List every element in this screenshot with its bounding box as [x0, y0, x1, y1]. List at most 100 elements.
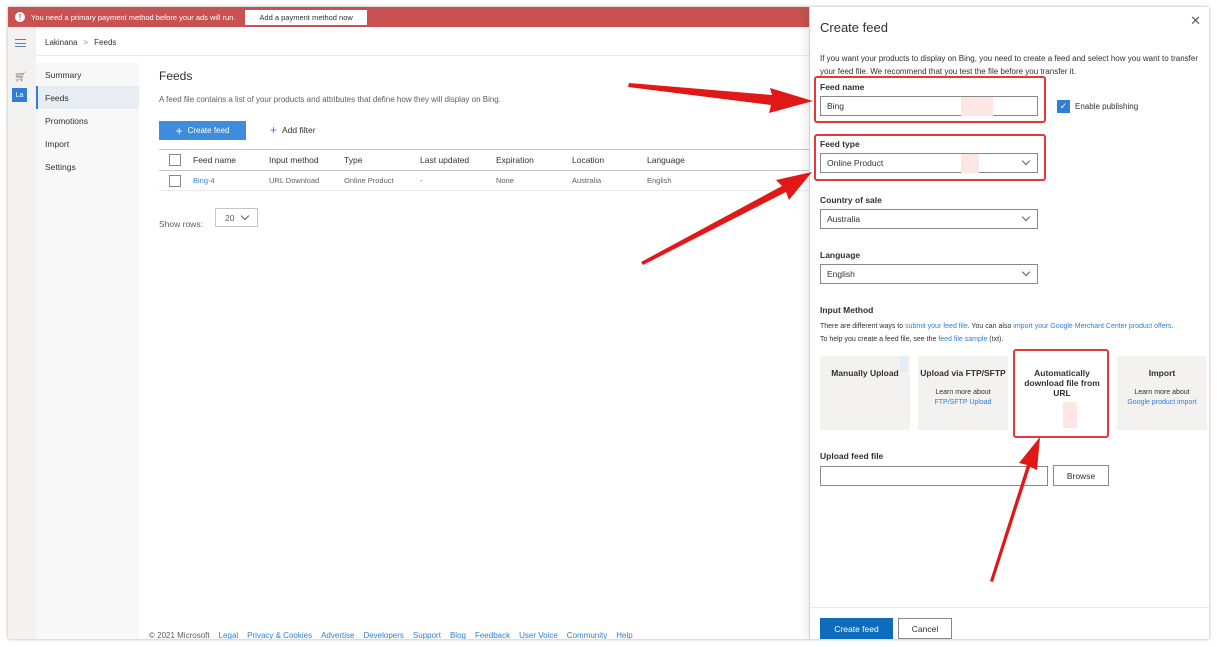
- ftp-learn-link[interactable]: FTP/SFTP Upload: [918, 398, 1008, 408]
- cell-input-method: URL Download: [269, 176, 320, 185]
- annotation-box-feed-name: [814, 76, 1046, 123]
- panel-title: Create feed: [820, 20, 888, 35]
- rows-per-page-select[interactable]: 20: [215, 208, 258, 227]
- submit-create-feed-button[interactable]: Create feed: [820, 618, 893, 639]
- breadcrumb-page: Feeds: [94, 38, 117, 47]
- tile-manual-upload[interactable]: Manually Upload: [820, 356, 910, 430]
- upload-file-input[interactable]: [820, 466, 1048, 486]
- footer-link-blog[interactable]: Blog: [450, 631, 466, 639]
- panel-footer-divider: [810, 607, 1209, 608]
- app-frame: ! You need a primary payment method befo…: [8, 7, 1209, 639]
- col-expiration[interactable]: Expiration: [496, 155, 534, 165]
- feed-sample-link[interactable]: feed file sample: [938, 336, 987, 343]
- create-feed-button[interactable]: + Create feed: [159, 121, 246, 140]
- close-icon[interactable]: ✕: [1190, 13, 1201, 29]
- show-rows-label: Show rows:: [159, 219, 203, 229]
- plus-icon: +: [270, 123, 278, 137]
- browse-button[interactable]: Browse: [1053, 465, 1109, 486]
- breadcrumb-separator: >: [83, 38, 89, 47]
- table-row: Bing-4 URL Download Online Product - Non…: [159, 171, 819, 191]
- footer-link-help[interactable]: Help: [616, 631, 632, 639]
- country-select[interactable]: Australia: [820, 209, 1038, 229]
- language-select[interactable]: English: [820, 264, 1038, 284]
- country-value: Australia: [827, 214, 861, 224]
- col-type[interactable]: Type: [344, 155, 362, 165]
- col-last-updated[interactable]: Last updated: [420, 155, 469, 165]
- footer-link-user-voice[interactable]: User Voice: [519, 631, 558, 639]
- cell-type: Online Product: [344, 176, 394, 185]
- desc-text: There are different ways to: [820, 323, 906, 330]
- plus-icon: +: [175, 123, 183, 138]
- cell-expiration: None: [496, 176, 514, 185]
- cancel-button[interactable]: Cancel: [898, 618, 952, 639]
- add-filter-label: Add filter: [282, 125, 316, 135]
- notification-bar: ! You need a primary payment method befo…: [8, 7, 809, 27]
- select-all-checkbox[interactable]: [169, 154, 181, 166]
- annotation-box-feed-type: [814, 134, 1046, 181]
- nav-item-settings[interactable]: Settings: [36, 155, 139, 178]
- cell-location: Australia: [572, 176, 602, 185]
- tile-title: Upload via FTP/SFTP: [920, 368, 1006, 378]
- left-rail: 🛒︎ La: [8, 27, 36, 639]
- google-import-link[interactable]: Google product import: [1117, 398, 1207, 408]
- footer-link-feedback[interactable]: Feedback: [475, 631, 510, 639]
- tile-ftp-upload[interactable]: Upload via FTP/SFTP Learn more about FTP…: [918, 356, 1008, 430]
- create-feed-panel: Create feed ✕ If you want your products …: [809, 7, 1209, 639]
- import-google-link[interactable]: import your Google Merchant Center produ…: [1013, 323, 1171, 330]
- chevron-down-icon: [241, 211, 250, 221]
- warning-icon: !: [15, 12, 25, 22]
- account-badge[interactable]: La: [12, 88, 27, 102]
- cell-last-updated: -: [420, 176, 423, 185]
- feeds-table: Feed name Input method Type Last updated…: [159, 149, 819, 191]
- create-feed-label: Create feed: [187, 126, 230, 135]
- row-checkbox[interactable]: [169, 174, 181, 187]
- cell-language: English: [647, 176, 672, 185]
- tile-import[interactable]: Import Learn more about Google product i…: [1117, 356, 1207, 430]
- upload-feed-label: Upload feed file: [820, 451, 884, 461]
- desc-text: . You can also: [967, 323, 1014, 330]
- chevron-down-icon: [1021, 267, 1031, 277]
- footer-link-advertise[interactable]: Advertise: [321, 631, 354, 639]
- footer-link-support[interactable]: Support: [413, 631, 441, 639]
- footer-link-legal[interactable]: Legal: [219, 631, 239, 639]
- desc-text: To help you create a feed file, see the: [820, 336, 939, 343]
- tile-marker: [900, 356, 908, 372]
- annotation-box-url-tile: [1013, 349, 1109, 438]
- enable-publishing-label: Enable publishing: [1075, 102, 1139, 111]
- side-nav: Summary Feeds Promotions Import Settings: [36, 63, 139, 639]
- hamburger-menu-icon[interactable]: [15, 39, 26, 47]
- add-filter-button[interactable]: + Add filter: [270, 124, 316, 136]
- language-label: Language: [820, 250, 861, 260]
- page-title: Feeds: [159, 69, 193, 83]
- enable-publishing-checkbox[interactable]: ✓: [1057, 100, 1070, 113]
- input-method-label: Input Method: [820, 305, 874, 315]
- add-payment-button[interactable]: Add a payment method now: [245, 9, 367, 25]
- nav-item-promotions[interactable]: Promotions: [36, 109, 139, 132]
- breadcrumb-account[interactable]: Lakinana: [45, 38, 77, 47]
- desc-text: .: [1171, 323, 1174, 330]
- rows-per-page-value: 20: [225, 212, 235, 223]
- col-location[interactable]: Location: [572, 155, 604, 165]
- footer-link-developers[interactable]: Developers: [363, 631, 403, 639]
- tile-sub: Learn more about: [1134, 389, 1190, 396]
- notification-message: You need a primary payment method before…: [31, 12, 236, 22]
- submit-feed-link[interactable]: submit your feed file: [905, 323, 968, 330]
- desc-text: (txt).: [987, 336, 1004, 343]
- cart-icon[interactable]: 🛒︎: [14, 72, 27, 83]
- breadcrumb: Lakinana > Feeds: [45, 38, 116, 47]
- copyright: © 2021 Microsoft: [149, 631, 210, 639]
- footer-link-community[interactable]: Community: [567, 631, 607, 639]
- footer-link-privacy[interactable]: Privacy & Cookies: [247, 631, 312, 639]
- nav-item-import[interactable]: Import: [36, 132, 139, 155]
- table-header: Feed name Input method Type Last updated…: [159, 149, 819, 171]
- feed-name-link[interactable]: Bing-4: [193, 176, 215, 185]
- nav-item-summary[interactable]: Summary: [36, 63, 139, 86]
- col-input-method[interactable]: Input method: [269, 155, 319, 165]
- tile-sub: Learn more about: [935, 389, 991, 396]
- col-feed-name[interactable]: Feed name: [193, 155, 236, 165]
- chevron-down-icon: [1021, 212, 1031, 222]
- tile-title: Manually Upload: [831, 368, 899, 378]
- nav-item-feeds[interactable]: Feeds: [36, 86, 139, 109]
- col-language[interactable]: Language: [647, 155, 685, 165]
- language-value: English: [827, 269, 855, 279]
